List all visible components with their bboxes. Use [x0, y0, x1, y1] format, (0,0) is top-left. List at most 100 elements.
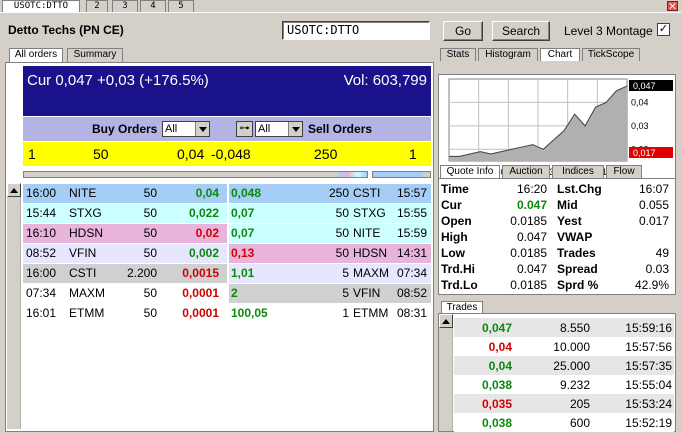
chart-last-label: 0,047 [633, 81, 656, 91]
tab-quote-info[interactable]: Quote Info [440, 165, 500, 178]
tab-chart[interactable]: Chart [540, 48, 580, 61]
bid-cell: 16:00 CSTI 2.200 0,0015 [23, 264, 227, 283]
company-name: Detto Techs (PN CE) [8, 23, 124, 37]
trade-price: 0,038 [481, 378, 512, 392]
inside-market-summary: 1 50 0,04 -0,048 250 1 [23, 142, 431, 166]
ask-time: 07:34 [396, 266, 427, 280]
close-icon[interactable] [667, 1, 678, 11]
go-button[interactable]: Go [443, 21, 483, 41]
trade-time: 15:59:16 [625, 321, 672, 335]
scroll-up-icon[interactable] [7, 183, 21, 197]
ask-price: 2 [231, 286, 238, 300]
window-tab-1[interactable]: USOTC:DTTO [2, 0, 80, 12]
trade-time: 15:52:19 [625, 416, 672, 430]
trade-size: 8.550 [559, 321, 590, 335]
bid-mm: CSTI [69, 266, 97, 280]
quote-info-row: High 0.047 VWAP [439, 229, 675, 245]
stat-label: High [441, 230, 468, 244]
stat-label: Lst.Chg [557, 182, 602, 196]
current-quote: Cur 0,047 +0,03 (+176.5%) [27, 72, 209, 89]
ask-cell: 1,01 5 MAXM 07:34 [229, 264, 431, 283]
bid-mm: VFIN [69, 246, 97, 260]
trades-scrollbar[interactable] [439, 314, 453, 431]
stat-value: 0.0185 [510, 278, 547, 292]
symbol-input[interactable]: USOTC:DTTO [282, 21, 430, 40]
tab-histogram[interactable]: Histogram [478, 48, 538, 61]
buy-filter-select[interactable]: All [162, 121, 210, 137]
ask-price: 0,07 [231, 226, 255, 240]
ask-mm: ETMM [353, 306, 389, 320]
bid-mm: HDSN [69, 226, 104, 240]
trade-time: 15:57:56 [625, 340, 672, 354]
bid-time: 16:00 [26, 266, 57, 280]
ask-price: -0,048 [211, 146, 251, 162]
stat-value: 0.017 [638, 214, 669, 228]
order-book-row[interactable]: 07:34 MAXM 50 0,0001 2 5 VFIN 08:52 [23, 284, 431, 303]
window-tab-5[interactable]: 5 [168, 0, 194, 12]
stat-value: 0.0185 [510, 214, 547, 228]
ask-price: 1,01 [231, 266, 255, 280]
stat-label: Spread [557, 262, 598, 276]
bid-price: 0,02 [195, 226, 219, 240]
tab-indices[interactable]: Indices [552, 165, 604, 178]
tab-summary[interactable]: Summary [67, 48, 123, 62]
sell-filter-select[interactable]: All [255, 121, 303, 137]
bid-price: 0,04 [195, 186, 219, 200]
quote-info-row: Cur 0.047 Mid 0.055 [439, 197, 675, 213]
trades-panel: 0,047 8.550 15:59:16 0,04 10.000 15:57:56 0,04… [438, 313, 676, 432]
link-icon[interactable]: ⊶ [236, 121, 253, 137]
trade-time: 15:57:35 [625, 359, 672, 373]
bid-price: 0,04 [177, 146, 205, 162]
ask-mm: HDSN [353, 246, 388, 260]
ask-time: 15:55 [396, 206, 427, 220]
bid-time: 15:44 [26, 206, 57, 220]
stat-label: Trd.Hi [441, 262, 476, 276]
tab-auction[interactable]: Auction [502, 165, 550, 178]
order-book-row[interactable]: 16:00 NITE 50 0,04 0,048 250 CSTI 15:57 [23, 184, 431, 203]
ask-price: 0,07 [231, 206, 255, 220]
stat-value: 0.047 [516, 230, 547, 244]
ask-size: 1 [342, 306, 349, 320]
bid-mm: ETMM [69, 306, 105, 320]
order-book-row[interactable]: 08:52 VFIN 50 0,002 0,13 50 HDSN 14:31 [23, 244, 431, 263]
order-book-row[interactable]: 16:10 HDSN 50 0,02 0,07 50 NITE 15:59 [23, 224, 431, 243]
stat-value: 49 [655, 246, 669, 260]
scroll-up-icon[interactable] [439, 314, 453, 328]
bid-cell: 16:00 NITE 50 0,04 [23, 184, 227, 203]
bid-size: 2.200 [126, 266, 157, 280]
ask-mm: NITE [353, 226, 381, 240]
tab-flow[interactable]: Flow [606, 165, 642, 178]
window-tab-3[interactable]: 3 [112, 0, 138, 12]
window-tab-2[interactable]: 2 [86, 0, 108, 12]
volume: Vol: 603,799 [343, 72, 427, 89]
order-book-scrollbar[interactable] [7, 183, 21, 429]
quote-info-row: Trd.Lo 0.0185 Sprd % 42.9% [439, 277, 675, 293]
ask-price: 0,048 [231, 186, 262, 200]
tab-all-orders[interactable]: All orders [9, 48, 63, 62]
chart-y-tick: 0,04 [631, 97, 649, 107]
trade-price: 0,04 [488, 359, 512, 373]
chart-low-label: 0,017 [633, 148, 656, 158]
ask-size: 50 [335, 226, 349, 240]
bid-time: 16:01 [26, 306, 57, 320]
window-tab-4[interactable]: 4 [140, 0, 166, 12]
bid-time: 16:10 [26, 226, 57, 240]
chevron-down-icon [195, 122, 209, 136]
order-book-row[interactable]: 16:01 ETMM 50 0,0001 100,05 1 ETMM 08:31 [23, 304, 431, 323]
orders-filter-bar: Buy Orders All ⊶ All Sell Orders [23, 117, 431, 141]
stat-value: 42.9% [634, 278, 669, 292]
ask-time: 14:31 [396, 246, 427, 260]
level3-checkbox[interactable]: ✓ [657, 23, 670, 36]
bid-price: 0,0015 [182, 266, 219, 280]
stat-label: Open [441, 214, 472, 228]
tab-stats[interactable]: Stats [440, 48, 476, 61]
quote-info-row: Low 0.0185 Trades 49 [439, 245, 675, 261]
tab-tickscope[interactable]: TickScope [582, 48, 640, 61]
chart-y-tick: 0,03 [631, 121, 649, 131]
search-button[interactable]: Search [492, 21, 550, 41]
trade-price: 0,047 [481, 321, 512, 335]
trade-time: 15:53:24 [625, 397, 672, 411]
order-book-row[interactable]: 16:00 CSTI 2.200 0,0015 1,01 5 MAXM 07:34 [23, 264, 431, 283]
order-book-row[interactable]: 15:44 STXG 50 0,022 0,07 50 STXG 15:55 [23, 204, 431, 223]
quote-bar: Cur 0,047 +0,03 (+176.5%) Vol: 603,799 [23, 66, 431, 116]
